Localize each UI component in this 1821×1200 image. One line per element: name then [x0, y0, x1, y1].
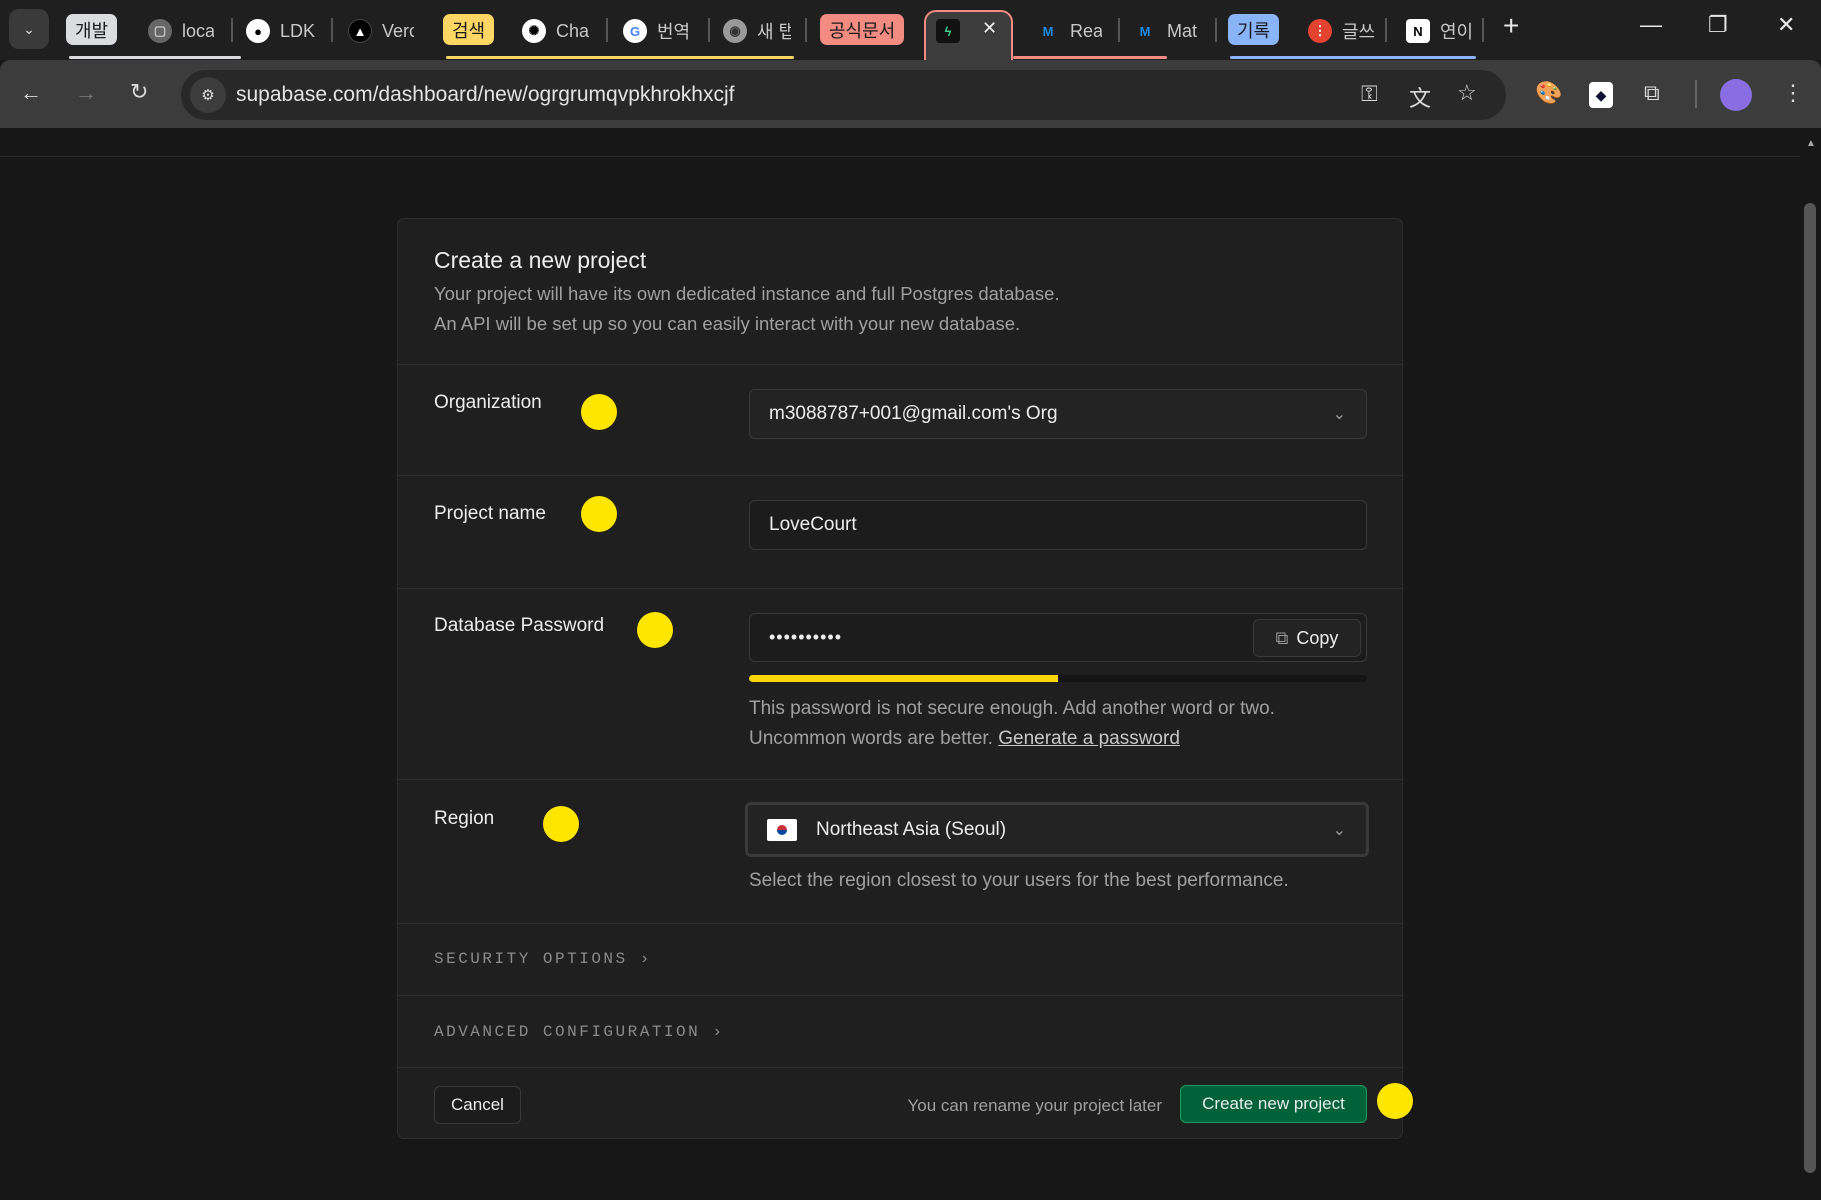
scrollbar-thumb[interactable]: [1804, 203, 1816, 1173]
dashboard-header: [0, 128, 1800, 157]
chevron-down-icon: ⌄: [1332, 821, 1346, 839]
organization-label: Organization: [434, 392, 542, 413]
database-password-label: Database Password: [434, 615, 605, 636]
chatgpt-icon: ✺: [522, 19, 546, 43]
todoist-icon: ⋮: [1308, 19, 1332, 43]
extensions-puzzle-icon[interactable]: ⧉: [1644, 80, 1660, 106]
description: An API will be set up so you can easily …: [434, 313, 1021, 334]
korea-flag-icon: [767, 818, 797, 841]
project-name-label: Project name: [434, 503, 546, 524]
site-info-icon[interactable]: ⚙: [190, 77, 226, 113]
copy-icon: ⧉: [1275, 627, 1289, 648]
key-icon[interactable]: ⚿: [1361, 81, 1378, 107]
vercel-icon: ▲: [348, 19, 372, 43]
tab-notion[interactable]: N 연이: [1406, 14, 1474, 48]
tab-writing[interactable]: ⋮ 글쓰: [1308, 14, 1376, 48]
marker-dot: [637, 612, 673, 648]
profile-avatar[interactable]: [1720, 79, 1752, 111]
marker-dot: [581, 496, 617, 532]
create-project-button[interactable]: Create new project: [1180, 1085, 1367, 1123]
minimize-button[interactable]: —: [1640, 12, 1662, 38]
create-project-form: Create a new project Your project will h…: [397, 218, 1413, 1139]
tab-group-search[interactable]: 검색: [443, 14, 495, 45]
url-text[interactable]: supabase.com/dashboard/new/ogrgrumqvpkhr…: [236, 83, 734, 107]
extension-color-icon[interactable]: 🎨: [1535, 80, 1562, 106]
chevron-down-icon: ⌄: [1332, 406, 1346, 423]
mui-icon: M: [1042, 23, 1054, 39]
description: Your project will have its own dedicated…: [434, 283, 1060, 304]
marker-dot: [1377, 1083, 1413, 1119]
database-password-input[interactable]: •••••••••• ⧉ Copy: [749, 613, 1367, 662]
scrollbar[interactable]: ▲: [1800, 128, 1821, 1200]
rename-note: You can rename your project later: [907, 1096, 1162, 1115]
generate-password-link[interactable]: Generate a password: [998, 728, 1180, 749]
new-tab-button[interactable]: +: [1503, 10, 1519, 42]
copy-button[interactable]: ⧉ Copy: [1253, 619, 1361, 657]
tab-group-record[interactable]: 기록: [1228, 14, 1280, 45]
tab-search-button[interactable]: ⌄: [9, 9, 49, 49]
google-icon: G: [623, 19, 647, 43]
github-icon: ●: [246, 19, 270, 43]
restore-button[interactable]: ❐: [1708, 12, 1728, 38]
organization-select[interactable]: m3088787+001@gmail.com's Org ⌄: [749, 389, 1367, 439]
mui-icon: M: [1139, 23, 1151, 39]
marker-dot: [543, 806, 579, 842]
password-strength-fill: [749, 675, 1058, 682]
supabase-icon: ϟ: [936, 19, 960, 43]
back-icon[interactable]: ←: [20, 80, 42, 106]
close-window-button[interactable]: ✕: [1777, 12, 1795, 38]
notion-icon: N: [1406, 19, 1430, 43]
address-bar[interactable]: ⚙ supabase.com/dashboard/new/ogrgrumqvpk…: [181, 70, 1506, 120]
menu-icon[interactable]: ⋮: [1782, 80, 1804, 106]
chrome-icon: ◉: [723, 19, 747, 43]
marker-dot: [581, 394, 617, 430]
region-select[interactable]: Northeast Asia (Seoul) ⌄: [745, 802, 1369, 857]
tab-group-dev[interactable]: 개발: [66, 14, 118, 45]
tab-new-tab[interactable]: ◉ 새 탭: [723, 14, 791, 48]
cancel-button[interactable]: Cancel: [434, 1086, 521, 1124]
advanced-configuration-toggle[interactable]: ADVANCED CONFIGURATION ›: [434, 1023, 724, 1041]
forward-icon[interactable]: →: [75, 80, 97, 106]
tab-github[interactable]: ● LDK: [246, 14, 316, 48]
security-options-toggle[interactable]: SECURITY OPTIONS ›: [434, 950, 652, 968]
tab-group-docs[interactable]: 공식문서: [820, 14, 905, 45]
tab-material[interactable]: M Mat: [1133, 14, 1199, 48]
page-title: Create a new project: [434, 247, 647, 273]
bookmark-star-icon[interactable]: ☆: [1457, 80, 1477, 106]
translate-icon[interactable]: 文: [1409, 81, 1431, 113]
extension-icon[interactable]: ◆: [1589, 82, 1613, 108]
password-help: This password is not secure enough. Add …: [749, 698, 1275, 719]
tab-vercel[interactable]: ▲ Verc: [348, 14, 414, 48]
tab-localhost[interactable]: ▢ loca: [148, 14, 214, 48]
project-name-input[interactable]: LoveCourt: [749, 500, 1367, 550]
localhost-icon: ▢: [148, 19, 172, 43]
close-tab-icon[interactable]: ✕: [982, 18, 997, 39]
region-help: Select the region closest to your users …: [749, 870, 1289, 891]
tab-bar: ⌄ 개발 ▢ loca ● LDK ▲ Verc 검색 ✺ Cha G 번역 ◉ 새 탭 공…: [0, 0, 1821, 60]
reload-icon[interactable]: ↻: [130, 79, 148, 105]
tab-translate[interactable]: G 번역: [623, 14, 691, 48]
tab-react[interactable]: M Rea: [1036, 14, 1102, 48]
tab-chatgpt[interactable]: ✺ Cha: [522, 14, 592, 48]
password-strength-bar: [749, 675, 1367, 682]
password-help: Uncommon words are better.: [749, 728, 993, 749]
region-label: Region: [434, 808, 495, 829]
